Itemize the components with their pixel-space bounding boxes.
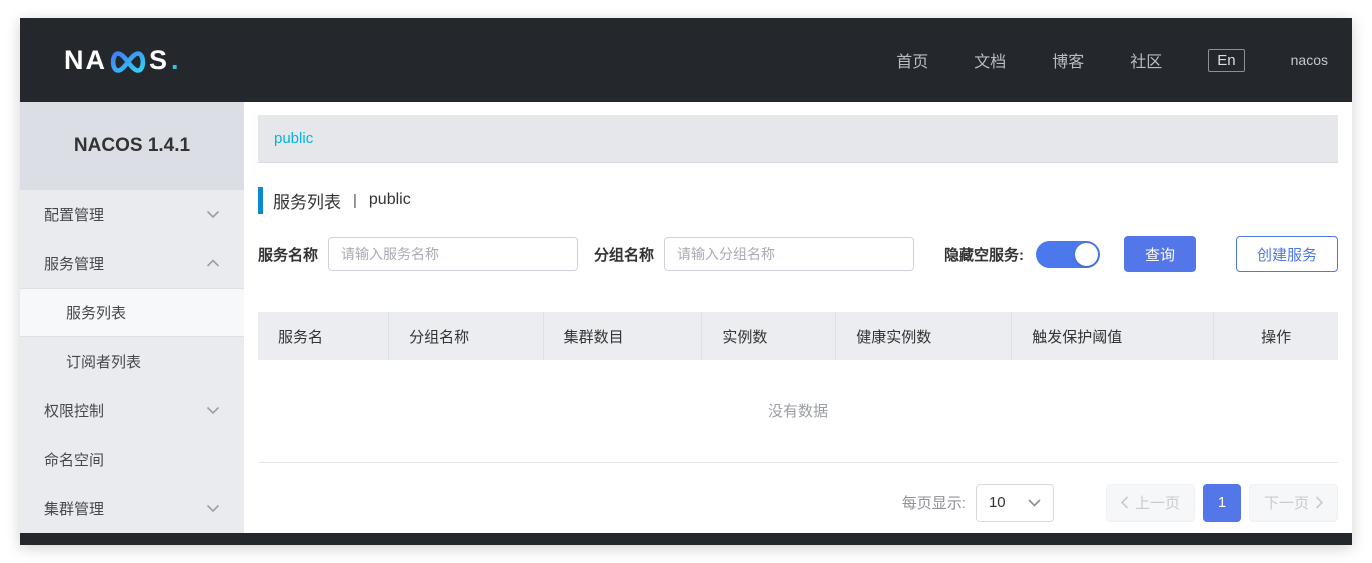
toggle-knob bbox=[1074, 242, 1098, 266]
sidebar-item-namespace[interactable]: 命名空间 bbox=[20, 435, 244, 484]
sidebar-item-label: 集群管理 bbox=[44, 501, 105, 518]
chevron-up-icon bbox=[206, 259, 220, 267]
navbar-links: 首页 文档 博客 社区 En nacos bbox=[850, 48, 1328, 72]
nav-link-docs[interactable]: 文档 bbox=[974, 48, 1006, 72]
sidebar-item-subscriber-list[interactable]: 订阅者列表 bbox=[20, 337, 244, 386]
chevron-right-icon bbox=[1315, 496, 1323, 509]
namespace-tabbar: public bbox=[258, 115, 1338, 163]
prev-page-label: 上一页 bbox=[1134, 495, 1180, 512]
username-menu[interactable]: nacos bbox=[1291, 52, 1328, 68]
col-cluster-count: 集群数目 bbox=[543, 312, 703, 360]
next-page-label: 下一页 bbox=[1263, 495, 1309, 512]
chevron-down-icon bbox=[206, 504, 220, 513]
sidebar-menu: 配置管理 服务管理 服务列表 订阅者列表 权限控制 命名空间 集群管理 bbox=[20, 190, 244, 533]
page-size-value: 10 bbox=[988, 494, 1006, 511]
service-name-input[interactable] bbox=[328, 237, 579, 271]
language-switch-button[interactable]: En bbox=[1208, 48, 1245, 72]
sidebar-item-label: 配置管理 bbox=[44, 207, 105, 224]
page-size-select[interactable]: 10 bbox=[975, 483, 1054, 522]
chevron-down-icon bbox=[206, 210, 220, 219]
col-operation: 操作 bbox=[1213, 312, 1338, 360]
page-title-text: 服务列表 bbox=[273, 192, 341, 212]
chevron-left-icon bbox=[1120, 496, 1129, 509]
nacos-logo[interactable]: NA S . bbox=[64, 45, 179, 76]
nav-link-blog[interactable]: 博客 bbox=[1052, 48, 1084, 72]
logo-text-right: S bbox=[149, 44, 170, 75]
top-navbar: NA S . 首页 文档 博客 社区 En nacos bbox=[20, 18, 1352, 102]
title-separator: | bbox=[353, 191, 357, 209]
service-table: 服务名 分组名称 集群数目 实例数 健康实例数 触发保护阈值 操作 没有数据 bbox=[258, 312, 1338, 463]
group-name-label: 分组名称 bbox=[594, 246, 655, 264]
pagination: 每页显示: 10 上一页 1 下一页 bbox=[258, 475, 1338, 531]
title-accent-bar bbox=[258, 186, 263, 214]
sidebar-item-label: 权限控制 bbox=[44, 403, 105, 420]
empty-state-text: 没有数据 bbox=[258, 360, 1338, 463]
nav-link-community[interactable]: 社区 bbox=[1130, 48, 1162, 72]
main-content: public 服务列表 | public 服务名称 分组名称 隐藏空服务: bbox=[244, 102, 1352, 533]
next-page-button[interactable]: 下一页 bbox=[1248, 483, 1338, 522]
hide-empty-service-toggle[interactable] bbox=[1035, 240, 1100, 268]
page-title: 服务列表 | public bbox=[258, 186, 1338, 214]
page-title-namespace: public bbox=[368, 191, 411, 208]
sidebar-item-config-management[interactable]: 配置管理 bbox=[20, 190, 244, 239]
col-group-name: 分组名称 bbox=[388, 312, 544, 360]
table-header-row: 服务名 分组名称 集群数目 实例数 健康实例数 触发保护阈值 操作 bbox=[258, 312, 1338, 360]
namespace-tab-public[interactable]: public bbox=[274, 130, 313, 147]
hide-empty-service-label: 隐藏空服务: bbox=[943, 246, 1024, 264]
sidebar-item-cluster-management[interactable]: 集群管理 bbox=[20, 484, 244, 533]
table-empty-row: 没有数据 bbox=[258, 360, 1338, 463]
prev-page-button[interactable]: 上一页 bbox=[1105, 483, 1195, 522]
create-service-button[interactable]: 创建服务 bbox=[1235, 236, 1338, 272]
col-service-name: 服务名 bbox=[258, 312, 390, 360]
chevron-down-icon bbox=[206, 406, 220, 415]
page-size-label: 每页显示: bbox=[901, 495, 966, 512]
service-name-label: 服务名称 bbox=[258, 246, 319, 264]
sidebar-item-label: 命名空间 bbox=[44, 452, 105, 469]
nav-link-home[interactable]: 首页 bbox=[896, 48, 928, 72]
sidebar-version-title: NACOS 1.4.1 bbox=[20, 102, 244, 190]
filter-actions: 隐藏空服务: 查询 创建服务 bbox=[944, 236, 1338, 272]
window-bottom-strip bbox=[20, 533, 1352, 545]
col-protect-threshold: 触发保护阈值 bbox=[1011, 312, 1215, 360]
logo-text-left: NA bbox=[64, 44, 107, 75]
sidebar-item-service-list[interactable]: 服务列表 bbox=[20, 288, 244, 337]
sidebar-item-label: 服务管理 bbox=[44, 256, 105, 273]
col-instance-count: 实例数 bbox=[701, 312, 837, 360]
infinity-icon bbox=[110, 50, 146, 73]
sidebar-item-label: 服务列表 bbox=[66, 305, 127, 322]
sidebar-item-label: 订阅者列表 bbox=[66, 354, 142, 371]
chevron-down-icon bbox=[1028, 498, 1041, 507]
current-page-button[interactable]: 1 bbox=[1202, 483, 1241, 522]
sidebar-item-auth-control[interactable]: 权限控制 bbox=[20, 386, 244, 435]
filter-form: 服务名称 分组名称 隐藏空服务: 查询 创建服务 bbox=[258, 236, 1338, 272]
col-healthy-instance-count: 健康实例数 bbox=[835, 312, 1013, 360]
sidebar-item-service-management[interactable]: 服务管理 bbox=[20, 239, 244, 288]
logo-dot: . bbox=[171, 44, 179, 75]
group-name-input[interactable] bbox=[664, 237, 915, 271]
search-button[interactable]: 查询 bbox=[1123, 236, 1196, 272]
app-window: NA S . 首页 文档 博客 社区 En nacos NACOS 1.4.1 … bbox=[20, 18, 1352, 545]
sidebar: NACOS 1.4.1 配置管理 服务管理 服务列表 订阅者列表 权限控制 命名… bbox=[20, 102, 244, 533]
